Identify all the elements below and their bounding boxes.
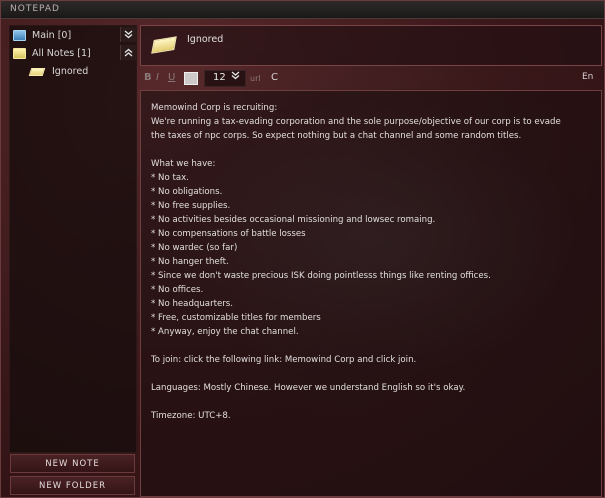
language-indicator[interactable]: En xyxy=(582,72,593,82)
bold-button[interactable]: B xyxy=(144,72,152,83)
tree-note-item[interactable]: Ignored xyxy=(28,63,89,80)
text-color-swatch[interactable] xyxy=(184,72,198,85)
note-body-line: What we have: xyxy=(151,159,216,169)
note-body-line xyxy=(151,339,601,353)
note-body-line: * No free supplies. xyxy=(151,201,231,211)
font-size-value: 12 xyxy=(213,72,226,83)
note-body-line: * No obligations. xyxy=(151,187,223,197)
note-body-line: Memowind Corp is recruiting: xyxy=(151,103,278,113)
underline-button[interactable]: U xyxy=(168,72,175,83)
double-chevron-up-icon xyxy=(124,48,133,57)
note-icon xyxy=(28,67,46,76)
note-title[interactable]: Ignored xyxy=(187,34,223,45)
format-toolbar: B I U 12 url C En xyxy=(140,69,602,87)
note-body-line: * Free, customizable titles for members xyxy=(151,313,321,323)
note-icon xyxy=(151,36,177,54)
note-body-line: * Anyway, enjoy the chat channel. xyxy=(151,327,299,337)
note-body-line xyxy=(151,367,601,381)
new-folder-button[interactable]: NEW FOLDER xyxy=(10,476,135,495)
note-body-line: Timezone: UTC+8. xyxy=(151,411,231,421)
note-body-line: the taxes of npc corps. So expect nothin… xyxy=(151,131,522,141)
note-body-line: * No activities besides occasional missi… xyxy=(151,215,436,225)
note-header: Ignored xyxy=(140,25,602,66)
note-body-line xyxy=(151,395,601,409)
clear-format-button[interactable]: C xyxy=(271,72,278,83)
collapse-all-button[interactable] xyxy=(120,45,136,60)
window-title: NOTEPAD xyxy=(10,4,60,14)
note-body-line: * No tax. xyxy=(151,173,189,183)
note-body-line: * No offices. xyxy=(151,285,204,295)
note-body-line: * No compensations of battle losses xyxy=(151,229,306,239)
folder-icon xyxy=(13,48,26,59)
folder-icon xyxy=(13,30,26,41)
note-body-line: Languages: Mostly Chinese. However we un… xyxy=(151,383,466,393)
tree-note-label: Ignored xyxy=(52,66,89,77)
folder-main-label: Main [0] xyxy=(32,30,72,41)
italic-button[interactable]: I xyxy=(156,72,159,83)
chevron-down-icon xyxy=(231,71,240,83)
folder-all-notes[interactable]: All Notes [1] xyxy=(13,45,91,62)
double-chevron-down-icon xyxy=(124,30,133,39)
notepad-window: NOTEPAD Main [0] All Notes [1] Ignored N… xyxy=(0,0,605,498)
new-note-button[interactable]: NEW NOTE xyxy=(10,454,135,473)
folder-tree: Main [0] All Notes [1] Ignored xyxy=(9,25,137,453)
note-body-line xyxy=(151,143,601,157)
expand-all-button[interactable] xyxy=(120,27,136,42)
note-body-line: * Since we don't waste precious ISK doin… xyxy=(151,271,491,281)
note-body-editor[interactable]: Memowind Corp is recruiting: We're runnin… xyxy=(140,90,602,497)
font-size-select[interactable]: 12 xyxy=(204,70,246,87)
note-body-line: * No wardec (so far) xyxy=(151,243,238,253)
note-body-line: To join: click the following link: Memow… xyxy=(151,355,417,365)
folder-all-notes-label: All Notes [1] xyxy=(32,48,91,59)
note-body-line: * No headquarters. xyxy=(151,299,234,309)
title-bar[interactable]: NOTEPAD xyxy=(1,1,604,19)
note-body-line: * No hanger theft. xyxy=(151,257,229,267)
url-button[interactable]: url xyxy=(250,74,261,83)
note-body-line: We're running a tax-evading corporation … xyxy=(151,117,561,127)
folder-main[interactable]: Main [0] xyxy=(13,27,71,44)
